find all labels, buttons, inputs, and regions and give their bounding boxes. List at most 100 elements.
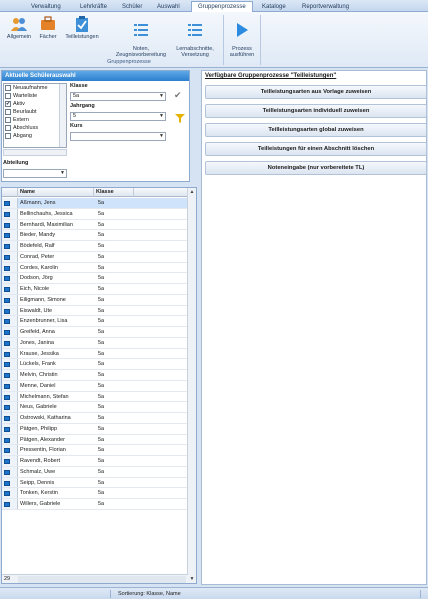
table-row[interactable]: Aßmann, Jens 5a bbox=[2, 198, 188, 209]
row-select-checkbox[interactable] bbox=[4, 308, 10, 314]
noten-zeugnisvorbereitung-button[interactable]: Noten, Zeugnisvorbereitung bbox=[112, 16, 170, 58]
status-vertical-scrollbar[interactable] bbox=[59, 84, 66, 147]
status-item-warteliste[interactable]: Warteliste bbox=[4, 92, 66, 100]
scroll-up-icon[interactable]: ▲ bbox=[188, 188, 196, 196]
table-row[interactable]: Bernhardi, Maximilian 5a bbox=[2, 219, 188, 231]
row-indicator[interactable] bbox=[2, 488, 18, 498]
kurs-select[interactable]: ▼ bbox=[70, 132, 166, 141]
table-row[interactable]: Conrad, Peter 5a bbox=[2, 251, 188, 263]
status-item-neuaufnahme[interactable]: Neuaufnahme bbox=[4, 84, 66, 92]
table-row[interactable]: Eiligmann, Simone 5a bbox=[2, 294, 188, 306]
checkbox[interactable] bbox=[5, 84, 11, 91]
allgemein-button[interactable]: Allgemein bbox=[4, 16, 34, 40]
row-indicator[interactable] bbox=[2, 219, 18, 230]
vorlage-zuweisen-button[interactable]: Teilleistungsarten aus Vorlage zuweisen bbox=[205, 85, 427, 99]
row-indicator[interactable] bbox=[2, 327, 18, 337]
row-indicator[interactable] bbox=[2, 284, 18, 294]
row-indicator[interactable] bbox=[2, 466, 18, 477]
row-indicator[interactable] bbox=[2, 273, 18, 283]
row-select-checkbox[interactable] bbox=[4, 222, 10, 228]
row-select-checkbox[interactable] bbox=[4, 362, 10, 368]
row-select-checkbox[interactable] bbox=[4, 480, 10, 486]
row-select-checkbox[interactable] bbox=[4, 383, 10, 389]
row-select-checkbox[interactable] bbox=[4, 340, 10, 346]
table-row[interactable]: Schmalz, Uwe 5a bbox=[2, 466, 188, 478]
row-indicator[interactable] bbox=[2, 230, 18, 240]
table-row[interactable]: Greifeld, Anna 5a bbox=[2, 327, 188, 338]
row-select-checkbox[interactable] bbox=[4, 297, 10, 303]
row-indicator[interactable] bbox=[2, 348, 18, 359]
table-row[interactable]: Bieder, Mandy 5a bbox=[2, 230, 188, 241]
table-row[interactable]: Enzenbrunner, Lisa 5a bbox=[2, 316, 188, 327]
tab-lehrkraefte[interactable]: Lehrkräfte bbox=[80, 2, 107, 12]
tab-schueler[interactable]: Schüler bbox=[122, 2, 142, 12]
tab-gruppenprozesse[interactable]: Gruppenprozesse bbox=[191, 1, 253, 12]
tab-auswahl[interactable]: Auswahl bbox=[157, 2, 180, 12]
row-indicator[interactable] bbox=[2, 380, 18, 391]
row-indicator[interactable] bbox=[2, 208, 18, 219]
lernabschnitte-versetzung-button[interactable]: Lernabschnitte, Versetzung bbox=[170, 16, 220, 58]
apply-filter-icon[interactable]: ✔ bbox=[174, 90, 182, 101]
checkbox[interactable] bbox=[5, 116, 11, 123]
row-indicator[interactable] bbox=[2, 370, 18, 380]
status-item-extern[interactable]: Extern bbox=[4, 116, 66, 124]
checkbox[interactable] bbox=[5, 108, 11, 115]
row-select-checkbox[interactable] bbox=[4, 330, 10, 335]
table-row[interactable]: Krause, Jessika 5a bbox=[2, 348, 188, 360]
noteneingabe-button[interactable]: Noteneingabe (nur vorbereitete TL) bbox=[205, 161, 427, 175]
table-row[interactable]: Pätgen, Alexander 5a bbox=[2, 434, 188, 446]
filter-funnel-icon[interactable] bbox=[175, 114, 185, 123]
tab-verwaltung[interactable]: Verwaltung bbox=[31, 2, 61, 12]
status-horizontal-scrollbar[interactable] bbox=[3, 149, 67, 156]
tab-kataloge[interactable]: Kataloge bbox=[262, 2, 286, 12]
column-header-klasse[interactable]: Klasse bbox=[94, 188, 134, 197]
row-select-checkbox[interactable] bbox=[4, 416, 10, 421]
row-select-checkbox[interactable] bbox=[4, 233, 10, 239]
row-indicator[interactable] bbox=[2, 477, 18, 488]
klasse-select[interactable]: 5a ▼ bbox=[70, 92, 166, 101]
checkbox-checked[interactable]: ✔ bbox=[5, 100, 11, 107]
row-select-checkbox[interactable] bbox=[4, 319, 10, 325]
row-indicator[interactable] bbox=[2, 251, 18, 262]
row-indicator[interactable] bbox=[2, 456, 18, 466]
row-select-checkbox[interactable] bbox=[4, 469, 10, 475]
table-row[interactable]: Lückels, Frank 5a bbox=[2, 359, 188, 370]
grid-horizontal-scrollbar[interactable] bbox=[18, 576, 186, 583]
checkbox[interactable] bbox=[5, 124, 11, 131]
row-indicator[interactable] bbox=[2, 359, 18, 369]
row-indicator[interactable] bbox=[2, 198, 18, 208]
table-row[interactable]: Eich, Nicole 5a bbox=[2, 284, 188, 295]
row-select-checkbox[interactable] bbox=[4, 502, 10, 507]
status-item-beurlaubt[interactable]: Beurlaubt bbox=[4, 108, 66, 116]
row-indicator[interactable] bbox=[2, 305, 18, 316]
checkbox[interactable] bbox=[5, 132, 11, 139]
abschnitt-loeschen-button[interactable]: Teilleistungen für einen Abschnitt lösch… bbox=[205, 142, 427, 156]
row-select-checkbox[interactable] bbox=[4, 426, 10, 432]
table-row[interactable]: Ostrowski, Katharina 5a bbox=[2, 413, 188, 424]
row-select-checkbox[interactable] bbox=[4, 254, 10, 260]
tab-reportverwaltung[interactable]: Reportverwaltung bbox=[302, 2, 349, 12]
table-row[interactable]: Menne, Daniel 5a bbox=[2, 380, 188, 392]
row-indicator[interactable] bbox=[2, 434, 18, 445]
individuell-zuweisen-button[interactable]: Teilleistungsarten individuell zuweisen bbox=[205, 104, 427, 118]
table-row[interactable]: Melvin, Christin 5a bbox=[2, 370, 188, 381]
row-select-checkbox[interactable] bbox=[4, 211, 10, 217]
row-select-checkbox[interactable] bbox=[4, 351, 10, 357]
table-row[interactable]: Tonken, Kerstin 5a bbox=[2, 488, 188, 499]
global-zuweisen-button[interactable]: Teilleistungsarten global zuweisen bbox=[205, 123, 427, 137]
row-select-checkbox[interactable] bbox=[4, 276, 10, 282]
status-item-abgang[interactable]: Abgang bbox=[4, 132, 66, 140]
row-indicator[interactable] bbox=[2, 499, 18, 509]
table-row[interactable]: Dodson, Jörg 5a bbox=[2, 273, 188, 284]
table-row[interactable]: Bellinchauhs, Jessica 5a bbox=[2, 208, 188, 220]
teilleistungen-button[interactable]: Teilleistungen bbox=[62, 16, 102, 40]
table-row[interactable]: Pätgen, Philipp 5a bbox=[2, 423, 188, 435]
row-indicator[interactable] bbox=[2, 241, 18, 251]
row-indicator[interactable] bbox=[2, 391, 18, 402]
table-row[interactable]: Seipp, Dennis 5a bbox=[2, 477, 188, 489]
row-indicator[interactable] bbox=[2, 316, 18, 326]
row-indicator[interactable] bbox=[2, 445, 18, 455]
row-select-checkbox[interactable] bbox=[4, 373, 10, 378]
row-select-checkbox[interactable] bbox=[4, 201, 10, 206]
row-indicator[interactable] bbox=[2, 337, 18, 348]
